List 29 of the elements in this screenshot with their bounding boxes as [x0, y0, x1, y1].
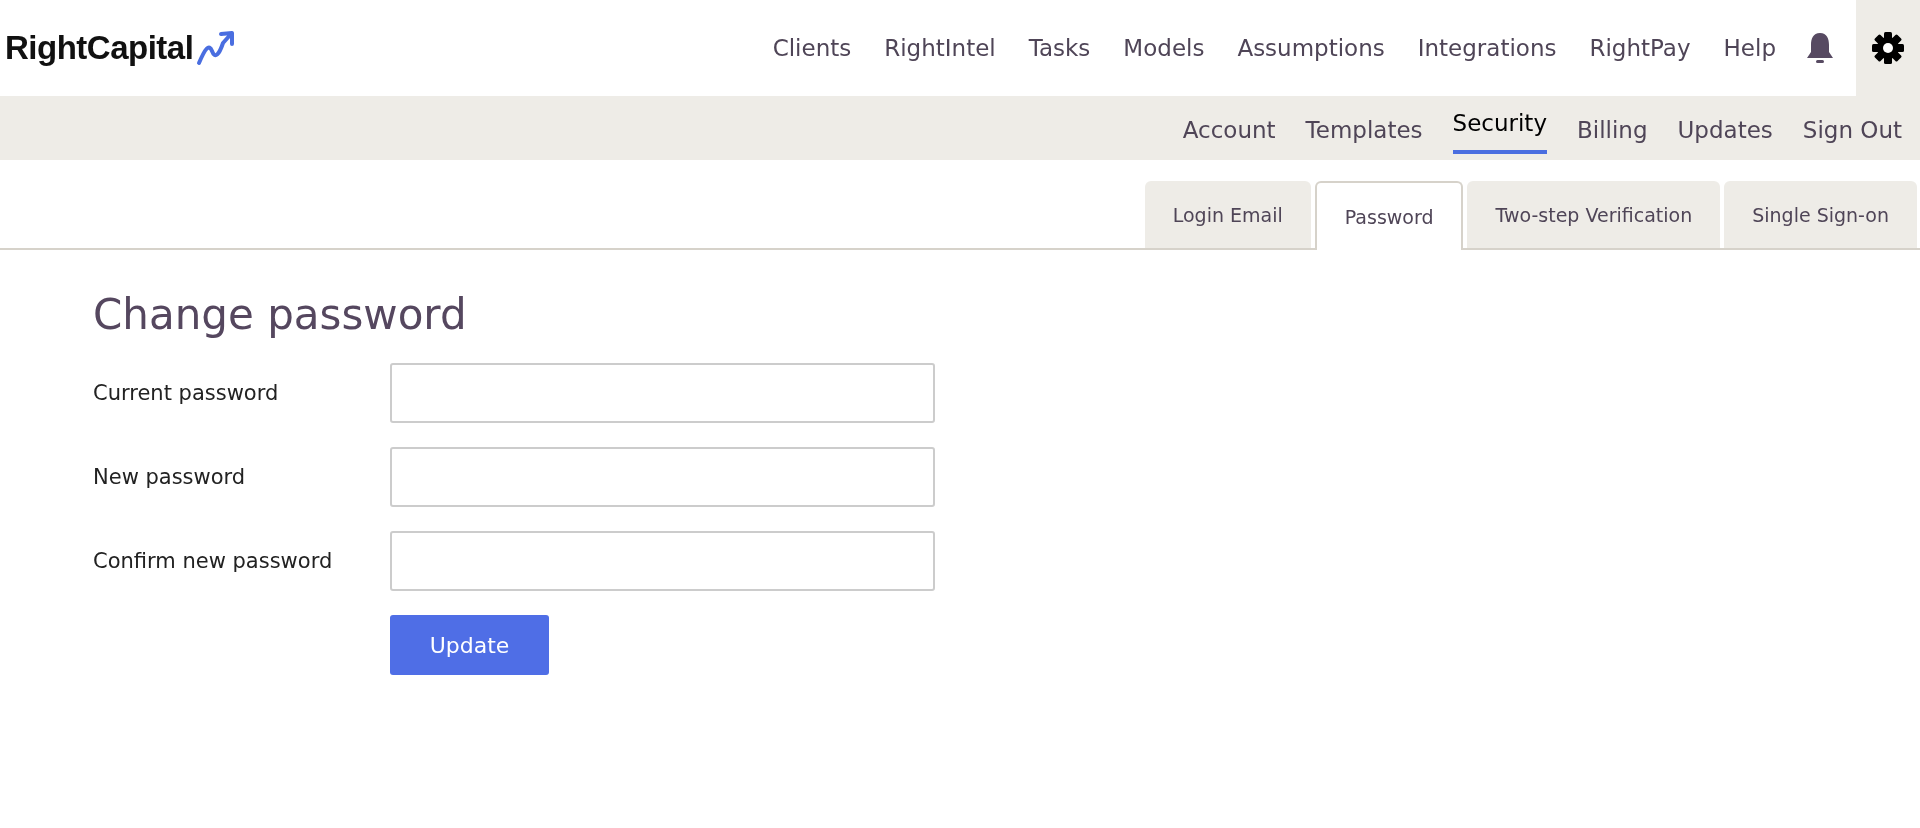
nav-link[interactable]: RightPay [1589, 35, 1691, 61]
tab[interactable]: Password [1314, 181, 1464, 250]
nav-link[interactable]: Clients [772, 35, 852, 61]
nav-link[interactable]: Integrations [1417, 35, 1557, 61]
password-field[interactable] [390, 531, 935, 591]
sub-nav-link[interactable]: Account [1182, 96, 1276, 160]
nav-link[interactable]: Help [1723, 35, 1776, 61]
tab[interactable]: Single Sign-on [1724, 181, 1917, 248]
sub-nav-link[interactable]: Updates [1677, 96, 1773, 160]
nav-link[interactable]: Assumptions [1237, 35, 1385, 61]
nav-link[interactable]: Models [1123, 35, 1205, 61]
sub-nav-link[interactable]: Security [1452, 96, 1547, 154]
page-title: Change password [93, 290, 468, 339]
bell-icon [1805, 31, 1835, 65]
nav-link[interactable]: Tasks [1028, 35, 1091, 61]
logo-text[interactable]: RightCapital [5, 29, 194, 67]
tab[interactable]: Login Email [1144, 181, 1311, 248]
field-label: New password [93, 465, 247, 489]
settings-button[interactable] [1856, 0, 1920, 96]
field-label: Current password [93, 381, 280, 405]
tab[interactable]: Two-step Verification [1467, 181, 1721, 248]
sub-nav-link[interactable]: Sign Out [1802, 96, 1902, 160]
password-field[interactable] [390, 447, 935, 507]
update-button[interactable]: Update [390, 615, 549, 675]
password-field[interactable] [390, 363, 935, 423]
field-label: Confirm new password [93, 549, 334, 573]
nav-link[interactable]: RightIntel [884, 35, 996, 61]
sub-nav-link[interactable]: Templates [1305, 96, 1423, 160]
sub-nav-link[interactable]: Billing [1577, 96, 1648, 160]
